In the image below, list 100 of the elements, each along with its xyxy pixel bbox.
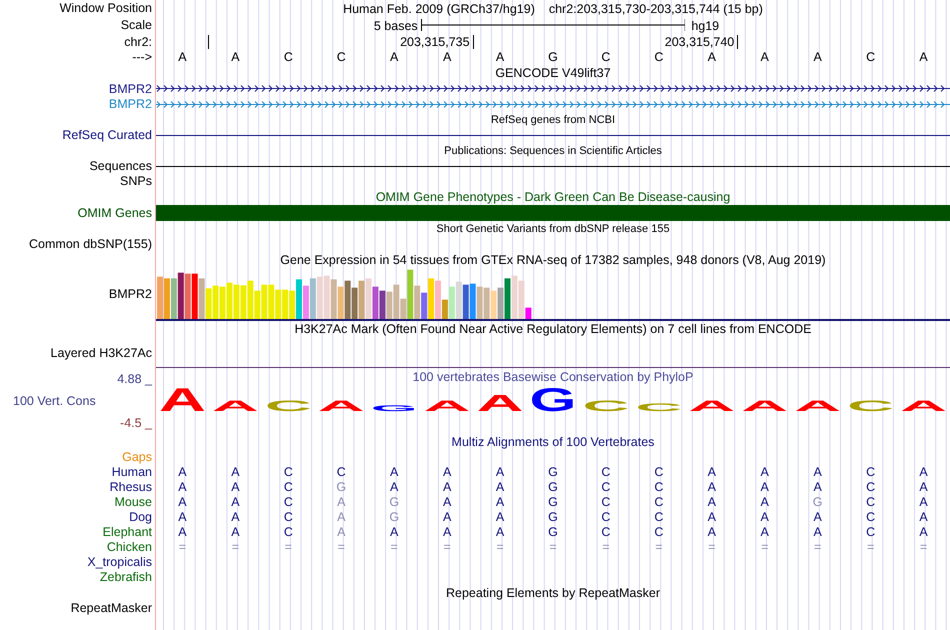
base-letter: A (708, 51, 716, 64)
aligned-base: A (178, 526, 187, 539)
track-label[interactable]: Elephant (102, 526, 152, 539)
aligned-base: A (760, 466, 769, 479)
aligned-base: = (549, 541, 557, 554)
logo-letter: A (424, 397, 468, 414)
assembly-name: hg19 (690, 18, 720, 32)
track-line[interactable] (156, 166, 950, 167)
track-label[interactable]: Zebrafish (100, 571, 152, 584)
logo-letter: A (318, 397, 363, 414)
logo-letter: G (370, 404, 419, 413)
aligned-base: = (443, 541, 451, 554)
aligned-base: A (760, 526, 769, 539)
aligned-base: C (654, 496, 664, 509)
track-title: Short Genetic Variants from dbSNP release 155 (436, 224, 670, 234)
aligned-base: A (708, 496, 716, 509)
aligned-base: A (919, 496, 928, 509)
logo-letter: C (582, 397, 628, 414)
base-letter: C (284, 51, 293, 64)
coordinate-label: 203,315,735 (400, 35, 470, 49)
aligned-base: = (390, 541, 398, 554)
tick-mark (472, 35, 474, 49)
aligned-base: C (866, 466, 876, 479)
track-label[interactable]: Mouse (114, 496, 152, 509)
aligned-base: C (654, 526, 664, 539)
logo-letter: C (635, 401, 680, 414)
base-letter: C (866, 51, 876, 64)
aligned-base: C (601, 496, 610, 509)
aligned-base: C (601, 481, 610, 494)
row-label: chr2: (124, 36, 152, 48)
aligned-base: A (442, 481, 452, 494)
aligned-base: G (548, 496, 558, 509)
aligned-base: C (601, 511, 610, 524)
track-label[interactable]: BMPR2 (108, 288, 152, 301)
track-line[interactable] (156, 135, 950, 136)
aligned-base: G (389, 496, 400, 509)
aligned-base: C (866, 511, 876, 524)
base-letter: A (760, 51, 769, 64)
track-label[interactable]: RepeatMasker (70, 602, 152, 615)
track-label[interactable]: Human (112, 466, 152, 479)
aligned-base: A (442, 466, 452, 479)
aligned-base: G (548, 466, 558, 479)
track-label[interactable]: Layered H3K27Ac (50, 347, 152, 360)
aligned-base: C (284, 466, 293, 479)
tick-mark (208, 35, 209, 49)
aligned-base: G (548, 526, 558, 539)
aligned-base: A (390, 466, 398, 479)
aligned-base: A (919, 466, 928, 479)
track-label[interactable]: BMPR2 (108, 98, 152, 110)
track-label[interactable]: Rhesus (110, 481, 152, 494)
aligned-base: = (496, 541, 504, 554)
aligned-base: = (814, 541, 822, 554)
scale-text: 5 bases (374, 18, 419, 32)
track-label[interactable]: Common dbSNP(155) (29, 238, 152, 251)
aligned-base: A (496, 496, 504, 509)
assembly-name: Human Feb. 2009 (GRCh37/hg19) (343, 2, 535, 16)
aligned-base: C (654, 481, 664, 494)
track-title: OMIM Gene Phenotypes - Dark Green Can Be Disease-causing (376, 190, 730, 204)
logo-letter: A (794, 397, 839, 414)
aligned-base: C (601, 466, 610, 479)
row-label: Window Position (60, 2, 152, 15)
track-title: Multiz Alignments of 100 Vertebrates (452, 436, 654, 448)
aligned-base: A (919, 526, 928, 539)
aligned-base: G (548, 511, 558, 524)
row-label: Scale (120, 19, 152, 32)
aligned-base: A (813, 526, 822, 539)
track-label[interactable]: Dog (129, 511, 152, 524)
aligned-base: = (920, 541, 928, 554)
axis-max-label: 4.88 _ (117, 372, 152, 386)
aligned-base: A (337, 511, 346, 524)
aligned-base: C (284, 526, 293, 539)
aligned-base: A (496, 481, 504, 494)
aligned-base: C (654, 466, 664, 479)
track-label[interactable]: SNPs (120, 175, 152, 188)
aligned-base: = (602, 541, 610, 554)
base-letter: C (654, 51, 664, 64)
track-label[interactable]: OMIM Genes (78, 206, 152, 220)
aligned-base: G (812, 496, 823, 509)
aligned-base: A (708, 481, 716, 494)
coordinate-label: 203,315,740 (664, 35, 734, 49)
aligned-base: A (231, 466, 240, 479)
track-label[interactable]: Chicken (106, 541, 152, 554)
logo-letter: C (847, 397, 892, 414)
aligned-base: G (548, 481, 558, 494)
track-title: Repeating Elements by RepeatMasker (446, 586, 660, 600)
base-letter: A (390, 51, 398, 64)
track-label[interactable]: Sequences (89, 160, 152, 173)
track-label[interactable]: X_tropicalis (87, 556, 152, 569)
track-label[interactable]: RefSeq Curated (62, 129, 152, 142)
aligned-base: = (655, 541, 663, 554)
logo-letter: A (476, 390, 522, 416)
logo-letter: A (212, 397, 257, 414)
base-letter: A (442, 51, 452, 64)
aligned-base: C (866, 526, 876, 539)
aligned-base: C (866, 481, 876, 494)
logo-letter: A (900, 397, 945, 414)
aligned-base: C (866, 496, 876, 509)
position-text: chr2:203,315,730-203,315,744 (15 bp) (548, 2, 763, 16)
track-label[interactable]: BMPR2 (108, 82, 152, 95)
aligned-base: A (390, 481, 398, 494)
